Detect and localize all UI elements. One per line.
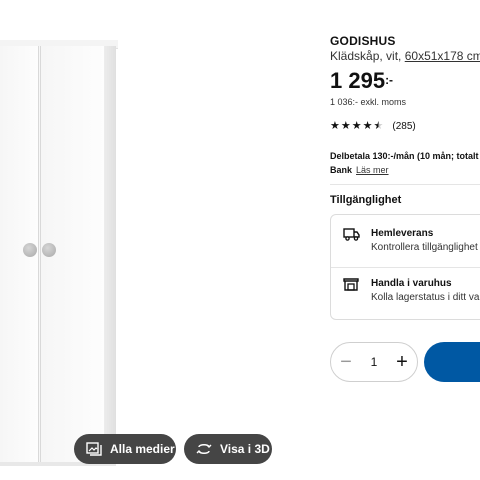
add-to-cart-button[interactable] — [424, 342, 480, 382]
price-value: 1 295 — [330, 68, 386, 93]
rotate-3d-icon — [196, 444, 212, 454]
view-3d-label: Visa i 3D — [220, 442, 270, 456]
installment-bank: Bank — [330, 165, 353, 175]
price-suffix: :- — [385, 73, 394, 87]
quantity-stepper: − 1 + — [330, 342, 418, 382]
truck-icon — [343, 228, 360, 241]
all-media-label: Alla medier — [110, 442, 175, 456]
installment-line: Delbetala 130:-/mån (10 mån; totalt — [330, 151, 479, 161]
home-delivery-title: Hemleverans — [371, 228, 434, 239]
price-ex-vat: 1 036:- exkl. moms — [330, 97, 407, 107]
knob-right — [42, 243, 56, 257]
store-title: Handla i varuhus — [371, 278, 452, 289]
gallery-icon — [86, 442, 102, 456]
availability-divider — [331, 267, 480, 268]
product-image[interactable]: Alla medier Visa i 3D — [0, 0, 312, 480]
all-media-button[interactable]: Alla medier — [74, 434, 176, 464]
star-icon: ★ — [340, 120, 351, 132]
product-rating[interactable]: ★ ★ ★ ★ ★ (285) — [330, 121, 416, 133]
rating-count: (285) — [392, 121, 416, 132]
star-icon: ★ — [362, 120, 373, 132]
home-delivery-option[interactable]: Hemleverans Kontrollera tillgänglighet — [343, 227, 478, 255]
view-3d-button[interactable]: Visa i 3D — [184, 434, 272, 464]
star-icon: ★ — [330, 120, 340, 132]
knob-left — [23, 243, 37, 257]
store-option[interactable]: Handla i varuhus Kolla lagerstatus i dit… — [343, 277, 480, 305]
product-price: 1 295:- — [330, 68, 393, 94]
rating-stars: ★ ★ ★ ★ ★ — [330, 121, 384, 132]
half-star-icon: ★ — [373, 120, 384, 132]
installment-info: Delbetala 130:-/mån (10 mån; totalt Bank… — [330, 149, 479, 177]
section-divider — [330, 184, 480, 185]
read-more-link[interactable]: Läs mer — [356, 165, 389, 175]
product-dimensions-link[interactable]: 60x51x178 cm — [405, 49, 480, 63]
availability-box: Hemleverans Kontrollera tillgänglighet H… — [330, 214, 480, 320]
store-icon — [343, 278, 359, 291]
increase-quantity-button[interactable]: + — [387, 352, 417, 372]
decrease-quantity-button[interactable]: − — [331, 352, 361, 372]
product-name: GODISHUS — [330, 34, 396, 48]
home-delivery-text: Kontrollera tillgänglighet — [371, 242, 478, 253]
quantity-value[interactable]: 1 — [371, 355, 378, 369]
star-icon: ★ — [351, 120, 362, 132]
availability-title: Tillgänglighet — [330, 194, 402, 206]
product-description: Klädskåp, vit, 60x51x178 cm — [330, 49, 480, 63]
product-type: Klädskåp, vit, — [330, 49, 402, 63]
wardrobe-side-panel — [104, 46, 116, 464]
store-text: Kolla lagerstatus i ditt varuhus — [371, 292, 480, 303]
